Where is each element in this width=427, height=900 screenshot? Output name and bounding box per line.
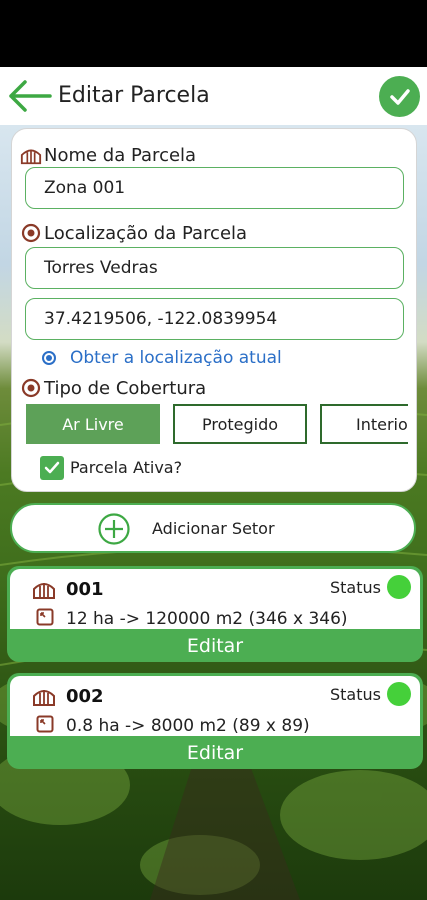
edit-sector-button[interactable]: Editar: [7, 736, 423, 769]
sector-status-indicator: [387, 682, 411, 706]
sector-card: 002 Status 0.8 ha -> 8000 m2 (89 x 89) E…: [7, 673, 423, 769]
check-icon: [44, 461, 60, 474]
area-square-icon: [36, 608, 54, 626]
location-name-input[interactable]: Torres Vedras: [25, 247, 404, 289]
location-pin-icon: [20, 377, 42, 399]
location-pin-icon: [20, 222, 42, 244]
get-current-location-link[interactable]: Obter a localização atual: [42, 348, 282, 368]
sector-area: 0.8 ha -> 8000 m2 (89 x 89): [66, 716, 310, 736]
location-label: Localização da Parcela: [20, 222, 247, 244]
sector-card-body: 001 Status 12 ha -> 120000 m2 (346 x 346…: [10, 569, 420, 629]
add-sector-button[interactable]: Adicionar Setor: [10, 503, 416, 553]
cover-option-interior[interactable]: Interior: [320, 404, 408, 444]
name-label: Nome da Parcela: [20, 144, 196, 166]
area-square-icon: [36, 715, 54, 733]
sector-status-label: Status: [330, 578, 381, 597]
sector-status-label: Status: [330, 685, 381, 704]
parcel-name-input[interactable]: Zona 001: [25, 167, 404, 209]
sector-area: 12 ha -> 120000 m2 (346 x 346): [66, 609, 348, 629]
greenhouse-icon: [20, 144, 42, 166]
active-checkbox-label: Parcela Ativa?: [70, 458, 183, 477]
cover-option-protegido[interactable]: Protegido: [173, 404, 307, 444]
sector-id: 001: [66, 579, 104, 600]
system-status-bar: [0, 0, 427, 67]
sector-status-indicator: [387, 575, 411, 599]
cover-type-label: Tipo de Cobertura: [20, 377, 206, 399]
page-title: Editar Parcela: [58, 83, 210, 108]
edit-sector-button[interactable]: Editar: [7, 629, 423, 662]
greenhouse-icon: [33, 583, 55, 599]
parcel-form-card: Nome da Parcela Zona 001 Localização da …: [11, 128, 417, 492]
gps-dot-icon: [42, 351, 56, 365]
cover-option-ar-livre[interactable]: Ar Livre: [26, 404, 160, 444]
active-checkbox[interactable]: [40, 456, 64, 480]
add-sector-label: Adicionar Setor: [152, 519, 275, 538]
back-arrow-icon[interactable]: [6, 79, 52, 113]
coordinates-input[interactable]: 37.4219506, -122.0839954: [25, 298, 404, 340]
app-bar: Editar Parcela: [0, 67, 427, 125]
sector-card-body: 002 Status 0.8 ha -> 8000 m2 (89 x 89): [10, 676, 420, 736]
sector-id: 002: [66, 686, 104, 707]
check-icon: [389, 88, 410, 105]
greenhouse-icon: [33, 690, 55, 706]
sector-card: 001 Status 12 ha -> 120000 m2 (346 x 346…: [7, 566, 423, 662]
plus-circle-icon: [98, 513, 130, 545]
save-check-button[interactable]: [379, 76, 420, 117]
